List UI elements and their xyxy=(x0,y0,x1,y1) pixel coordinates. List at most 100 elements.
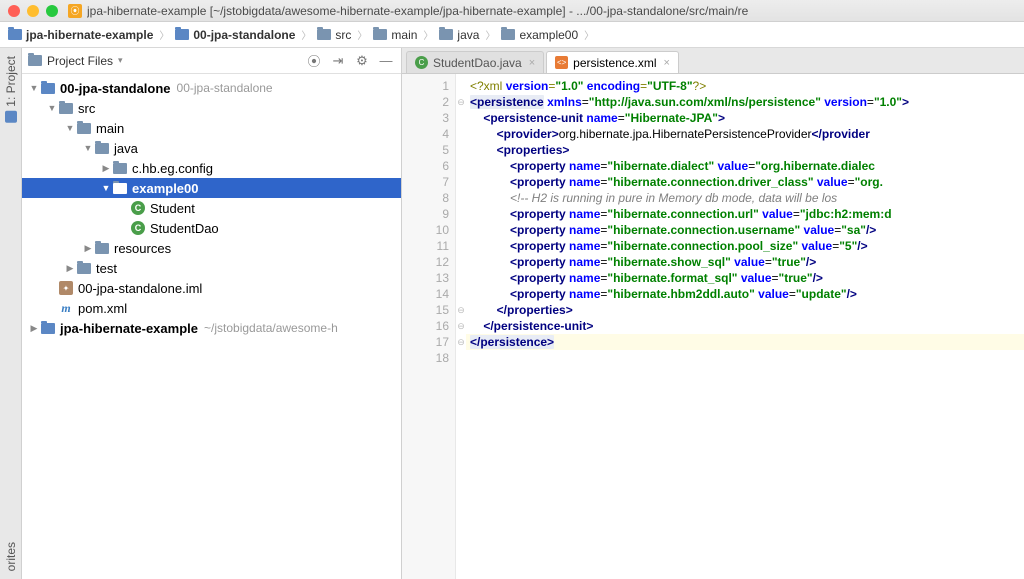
line-number[interactable]: 1 xyxy=(402,78,449,94)
tree-row[interactable]: CStudentDao xyxy=(22,218,401,238)
close-window-button[interactable] xyxy=(8,5,20,17)
code-line[interactable]: <persistence-unit name="Hibernate-JPA"> xyxy=(466,110,1024,126)
line-number[interactable]: 17 xyxy=(402,334,449,350)
collapse-all-button[interactable]: ⇥ xyxy=(329,52,347,70)
code-editor[interactable]: 123456789101112131415161718 ⊖⊖⊖⊖ <?xml v… xyxy=(402,74,1024,579)
tree-arrow-icon[interactable]: ▶ xyxy=(64,263,76,274)
code-line[interactable]: <!-- H2 is running in pure in Memory db … xyxy=(466,190,1024,206)
tree-arrow-icon[interactable]: ▼ xyxy=(64,123,76,133)
fold-toggle xyxy=(456,238,466,254)
breadcrumb-label: src xyxy=(335,28,351,42)
favorites-tool-tab[interactable]: orites xyxy=(2,534,20,579)
line-number[interactable]: 14 xyxy=(402,286,449,302)
breadcrumb-item[interactable]: java xyxy=(437,28,481,42)
line-number[interactable]: 18 xyxy=(402,350,449,366)
fold-toggle[interactable]: ⊖ xyxy=(456,94,466,110)
folder-icon xyxy=(95,143,109,154)
tree-arrow-icon[interactable]: ▼ xyxy=(82,143,94,153)
editor-tab[interactable]: CStudentDao.java× xyxy=(406,51,544,73)
tree-arrow-icon[interactable]: ▶ xyxy=(100,163,112,174)
window-controls xyxy=(8,5,58,17)
code-line[interactable]: <persistence xmlns="http://java.sun.com/… xyxy=(466,94,1024,110)
tree-arrow-icon[interactable]: ▼ xyxy=(28,83,40,93)
folder-icon xyxy=(41,323,55,334)
code-body[interactable]: <?xml version="1.0" encoding="UTF-8"?><p… xyxy=(466,74,1024,579)
tree-row[interactable]: ▼main xyxy=(22,118,401,138)
code-line[interactable]: </properties> xyxy=(466,302,1024,318)
tree-arrow-icon[interactable]: ▶ xyxy=(28,323,40,334)
editor-tabs: CStudentDao.java×<>persistence.xml× xyxy=(402,48,1024,74)
sidebar-view-selector[interactable]: Project Files ▾ xyxy=(28,54,123,68)
breadcrumb-sep: 〉 xyxy=(301,27,311,42)
tree-arrow-icon[interactable]: ▼ xyxy=(46,103,58,113)
breadcrumb-item[interactable]: 00-jpa-standalone xyxy=(173,28,297,42)
code-line[interactable]: <property name="hibernate.show_sql" valu… xyxy=(466,254,1024,270)
line-number[interactable]: 15 xyxy=(402,302,449,318)
iml-icon: ✦ xyxy=(59,281,73,295)
code-line[interactable]: <properties> xyxy=(466,142,1024,158)
tree-row[interactable]: ▶test xyxy=(22,258,401,278)
hide-button[interactable]: — xyxy=(377,52,395,70)
breadcrumb-label: jpa-hibernate-example xyxy=(26,28,153,42)
code-line[interactable]: <property name="hibernate.connection.dri… xyxy=(466,174,1024,190)
breadcrumb[interactable]: jpa-hibernate-example〉00-jpa-standalone〉… xyxy=(0,22,1024,48)
tree-row[interactable]: ✦ 00-jpa-standalone.iml xyxy=(22,278,401,298)
line-gutter[interactable]: 123456789101112131415161718 xyxy=(402,74,456,579)
line-number[interactable]: 5 xyxy=(402,142,449,158)
tree-row[interactable]: ▶resources xyxy=(22,238,401,258)
line-number[interactable]: 2 xyxy=(402,94,449,110)
tab-label: persistence.xml xyxy=(573,56,656,70)
zoom-window-button[interactable] xyxy=(46,5,58,17)
line-number[interactable]: 4 xyxy=(402,126,449,142)
code-line[interactable]: <property name="hibernate.connection.poo… xyxy=(466,238,1024,254)
line-number[interactable]: 12 xyxy=(402,254,449,270)
tree-row[interactable]: mpom.xml xyxy=(22,298,401,318)
fold-toggle[interactable]: ⊖ xyxy=(456,318,466,334)
project-tree[interactable]: ▼00-jpa-standalone00-jpa-standalone▼src▼… xyxy=(22,74,401,579)
tree-row[interactable]: ▼00-jpa-standalone00-jpa-standalone xyxy=(22,78,401,98)
close-tab-icon[interactable]: × xyxy=(529,57,535,69)
line-number[interactable]: 8 xyxy=(402,190,449,206)
line-number[interactable]: 6 xyxy=(402,158,449,174)
minimize-window-button[interactable] xyxy=(27,5,39,17)
code-line[interactable]: <property name="hibernate.format_sql" va… xyxy=(466,270,1024,286)
line-number[interactable]: 11 xyxy=(402,238,449,254)
close-tab-icon[interactable]: × xyxy=(664,57,670,69)
breadcrumb-item[interactable]: src xyxy=(315,28,353,42)
tree-row[interactable]: ▼example00 xyxy=(22,178,401,198)
code-line[interactable]: <?xml version="1.0" encoding="UTF-8"?> xyxy=(466,78,1024,94)
tree-label: 00-jpa-standalone.iml xyxy=(78,281,202,296)
code-line[interactable]: </persistence> xyxy=(466,334,1024,350)
line-number[interactable]: 10 xyxy=(402,222,449,238)
code-line[interactable]: <property name="hibernate.dialect" value… xyxy=(466,158,1024,174)
code-line[interactable] xyxy=(466,350,1024,366)
tree-row[interactable]: ▶c.hb.eg.config xyxy=(22,158,401,178)
editor-tab[interactable]: <>persistence.xml× xyxy=(546,51,679,73)
fold-gutter[interactable]: ⊖⊖⊖⊖ xyxy=(456,74,466,579)
settings-gear-icon[interactable]: ⚙ xyxy=(353,52,371,70)
breadcrumb-item[interactable]: example00 xyxy=(499,28,580,42)
breadcrumb-item[interactable]: jpa-hibernate-example xyxy=(6,28,155,42)
tree-arrow-icon[interactable]: ▼ xyxy=(100,183,112,193)
tree-row[interactable]: ▼java xyxy=(22,138,401,158)
project-tool-tab[interactable]: 1: Project xyxy=(2,48,20,131)
line-number[interactable]: 7 xyxy=(402,174,449,190)
code-line[interactable]: <property name="hibernate.connection.use… xyxy=(466,222,1024,238)
code-line[interactable]: </persistence-unit> xyxy=(466,318,1024,334)
line-number[interactable]: 16 xyxy=(402,318,449,334)
fold-toggle xyxy=(456,206,466,222)
tree-row[interactable]: ▶jpa-hibernate-example~/jstobigdata/awes… xyxy=(22,318,401,338)
scroll-from-source-button[interactable]: ⦿ xyxy=(305,52,323,70)
breadcrumb-item[interactable]: main xyxy=(371,28,419,42)
line-number[interactable]: 3 xyxy=(402,110,449,126)
code-line[interactable]: <provider>org.hibernate.jpa.HibernatePer… xyxy=(466,126,1024,142)
code-line[interactable]: <property name="hibernate.hbm2ddl.auto" … xyxy=(466,286,1024,302)
tree-arrow-icon[interactable]: ▶ xyxy=(82,243,94,254)
code-line[interactable]: <property name="hibernate.connection.url… xyxy=(466,206,1024,222)
fold-toggle[interactable]: ⊖ xyxy=(456,334,466,350)
fold-toggle[interactable]: ⊖ xyxy=(456,302,466,318)
line-number[interactable]: 9 xyxy=(402,206,449,222)
tree-row[interactable]: ▼src xyxy=(22,98,401,118)
tree-row[interactable]: CStudent xyxy=(22,198,401,218)
line-number[interactable]: 13 xyxy=(402,270,449,286)
